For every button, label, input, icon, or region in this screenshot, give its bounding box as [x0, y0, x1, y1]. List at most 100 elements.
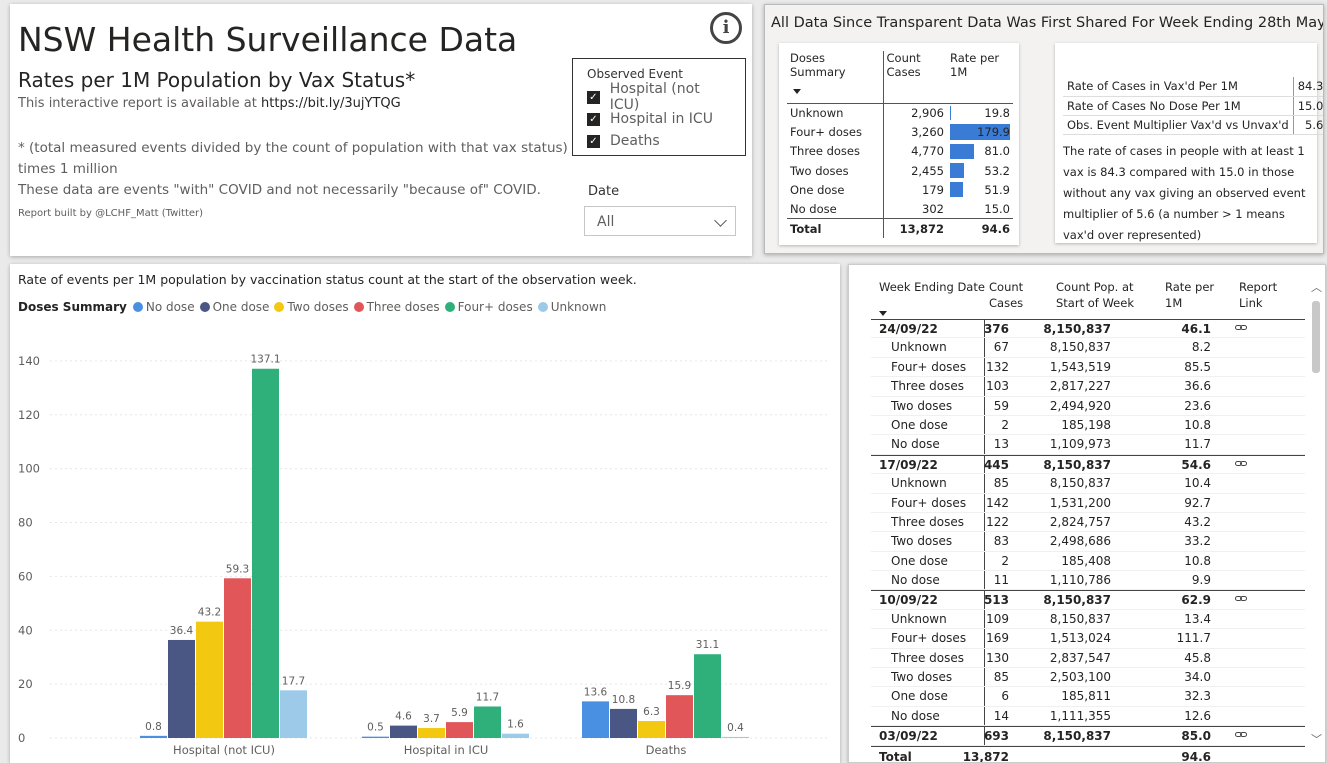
week-detail-row[interactable]: No dose 14 1,111,355 12.6 — [871, 707, 1305, 727]
checkbox-checked-icon[interactable]: ✓ — [587, 90, 600, 104]
weekly-data-table-card: Week Ending Date Count Cases Count Pop. … — [848, 264, 1326, 763]
observed-event-option-hospital-icu[interactable]: ✓ Hospital in ICU — [587, 108, 731, 130]
summary-row[interactable]: No dose 302 15.0 — [787, 199, 1013, 219]
y-tick-label: 120 — [18, 408, 40, 422]
bar — [582, 701, 609, 738]
row-label: Unknown — [891, 611, 947, 626]
row-pop: 1,513,024 — [1049, 631, 1111, 646]
rate-bar-chart-card: Rate of events per 1M population by vacc… — [10, 264, 840, 763]
rate-value: 179.9 — [977, 124, 1010, 139]
rate-value: 19.8 — [984, 105, 1010, 120]
week-detail-row[interactable]: One dose 2 185,198 10.8 — [871, 416, 1305, 436]
row-rate: 23.6 — [1184, 398, 1211, 413]
row-pop: 1,111,355 — [1049, 708, 1111, 723]
col-header-rate[interactable]: Rate per 1M — [1165, 279, 1215, 311]
row-label: Four+ doses — [891, 631, 967, 646]
summary-row[interactable]: One dose 179 51.9 — [787, 180, 1013, 200]
y-tick-label: 100 — [18, 462, 40, 476]
week-detail-row[interactable]: Unknown 67 8,150,837 8.2 — [871, 338, 1305, 358]
count-value: 302 — [922, 201, 944, 216]
rate-databar — [950, 143, 974, 159]
col-header-count-pop[interactable]: Count Pop. at Start of Week — [1056, 279, 1156, 311]
data-label: 0.8 — [145, 721, 162, 733]
week-detail-row[interactable]: Three doses 103 2,817,227 36.6 — [871, 377, 1305, 397]
total-count: 13,872 — [962, 750, 1009, 763]
rate-databar — [950, 162, 964, 179]
report-link-line: This interactive report is available at … — [18, 96, 401, 111]
week-detail-row[interactable]: Two doses 59 2,494,920 23.6 — [871, 397, 1305, 416]
row-pop: 2,494,920 — [1049, 398, 1111, 413]
kv-value: 5.6 — [1292, 115, 1323, 135]
week-detail-row[interactable]: Three doses 122 2,824,757 43.2 — [871, 513, 1305, 533]
week-detail-row[interactable]: Four+ doses 132 1,543,519 85.5 — [871, 358, 1305, 378]
credit-line: Report built by @LCHF_Matt (Twitter) — [18, 208, 204, 219]
col-header-count-cases[interactable]: Count Cases — [883, 51, 947, 104]
week-detail-row[interactable]: Three doses 130 2,837,547 45.8 — [871, 649, 1305, 669]
scroll-up-icon[interactable]: ︿ — [1311, 279, 1322, 295]
col-header-week-ending[interactable]: Week Ending Date — [879, 279, 989, 295]
week-detail-row[interactable]: Unknown 109 8,150,837 13.4 — [871, 610, 1305, 630]
summary-row[interactable]: Unknown 2,906 19.8 — [787, 103, 1013, 123]
col-header-report-link[interactable]: Report Link — [1239, 279, 1283, 311]
row-label: No dose — [891, 708, 940, 723]
total-label: Total — [879, 750, 912, 763]
multiplier-card: Rate of Cases in Vax'd Per 1M 84.3 Rate o… — [1055, 43, 1323, 243]
row-count: 13 — [993, 437, 1009, 452]
data-label: 10.8 — [612, 694, 635, 706]
observed-event-option-deaths[interactable]: ✓ Deaths — [587, 130, 731, 152]
week-detail-row[interactable]: Four+ doses 169 1,513,024 111.7 — [871, 629, 1305, 649]
week-group-row[interactable]: 03/09/22 693 8,150,837 85.0 — [871, 726, 1305, 746]
week-detail-row[interactable]: Unknown 85 8,150,837 10.4 — [871, 474, 1305, 494]
date-filter-label: Date — [588, 184, 620, 199]
scroll-down-icon[interactable]: ﹀ — [1311, 731, 1322, 747]
week-detail-row[interactable]: Two doses 83 2,498,686 33.2 — [871, 532, 1305, 552]
chevron-down-icon — [714, 214, 727, 227]
y-tick-label: 140 — [18, 354, 40, 368]
kv-label: Obs. Event Multiplier Vax'd vs Unvax'd — [1063, 115, 1294, 135]
week-detail-row[interactable]: No dose 13 1,109,973 11.7 — [871, 435, 1305, 455]
checkbox-checked-icon[interactable]: ✓ — [587, 112, 600, 126]
row-rate: 10.4 — [1184, 476, 1211, 491]
row-count: 67 — [993, 340, 1009, 355]
row-pop: 8,150,837 — [1049, 340, 1111, 355]
row-pop: 2,824,757 — [1049, 514, 1111, 529]
row-pop: 8,150,837 — [1043, 729, 1111, 744]
row-count: 103 — [986, 379, 1009, 394]
bar — [446, 722, 473, 738]
week-group-row[interactable]: 24/09/22 376 8,150,837 46.1 — [871, 319, 1305, 339]
info-icon[interactable]: i — [710, 12, 742, 44]
row-count: 169 — [986, 631, 1009, 646]
row-label: Two doses — [891, 670, 953, 685]
y-tick-label: 80 — [18, 516, 33, 530]
data-label: 43.2 — [198, 607, 221, 619]
week-detail-row[interactable]: One dose 2 185,408 10.8 — [871, 552, 1305, 572]
summary-row[interactable]: Three doses 4,770 81.0 — [787, 141, 1013, 161]
summary-row[interactable]: Four+ doses 3,260 179.9 — [787, 122, 1013, 142]
date-filter-dropdown[interactable]: All — [584, 206, 736, 236]
observed-event-title: Observed Event — [587, 67, 683, 81]
week-detail-row[interactable]: No dose 11 1,110,786 9.9 — [871, 571, 1305, 591]
data-label: 59.3 — [226, 563, 249, 575]
summary-total-row: Total 13,872 94.6 — [787, 218, 1013, 239]
col-header-rate[interactable]: Rate per 1M — [947, 51, 1013, 104]
report-url-link[interactable]: https://bit.ly/3ujYTQG — [261, 96, 401, 111]
week-detail-row[interactable]: Two doses 85 2,503,100 34.0 — [871, 668, 1305, 688]
col-header-doses-summary[interactable]: Doses Summary — [787, 51, 884, 104]
row-rate: 62.9 — [1181, 593, 1211, 608]
week-group-row[interactable]: 10/09/22 513 8,150,837 62.9 — [871, 590, 1305, 610]
rate-databar-cell: 51.9 — [947, 180, 1013, 199]
week-detail-row[interactable]: Four+ doses 142 1,531,200 92.7 — [871, 494, 1305, 513]
observed-event-option-hospital-not-icu[interactable]: ✓ Hospital (not ICU) — [587, 81, 731, 113]
summary-row[interactable]: Two doses 2,455 53.2 — [787, 160, 1013, 181]
week-detail-row[interactable]: One dose 6 185,811 32.3 — [871, 687, 1305, 707]
count-value: 3,260 — [911, 124, 944, 139]
checkbox-checked-icon[interactable]: ✓ — [587, 134, 600, 148]
row-label: Three doses — [891, 514, 965, 529]
bar — [280, 690, 307, 738]
week-group-row[interactable]: 17/09/22 445 8,150,837 54.6 — [871, 454, 1305, 475]
col-header-count-cases[interactable]: Count Cases — [989, 279, 1029, 311]
bar — [168, 639, 195, 738]
scrollbar-thumb[interactable] — [1312, 301, 1320, 373]
bar — [362, 736, 389, 738]
row-label: One dose — [891, 689, 948, 704]
